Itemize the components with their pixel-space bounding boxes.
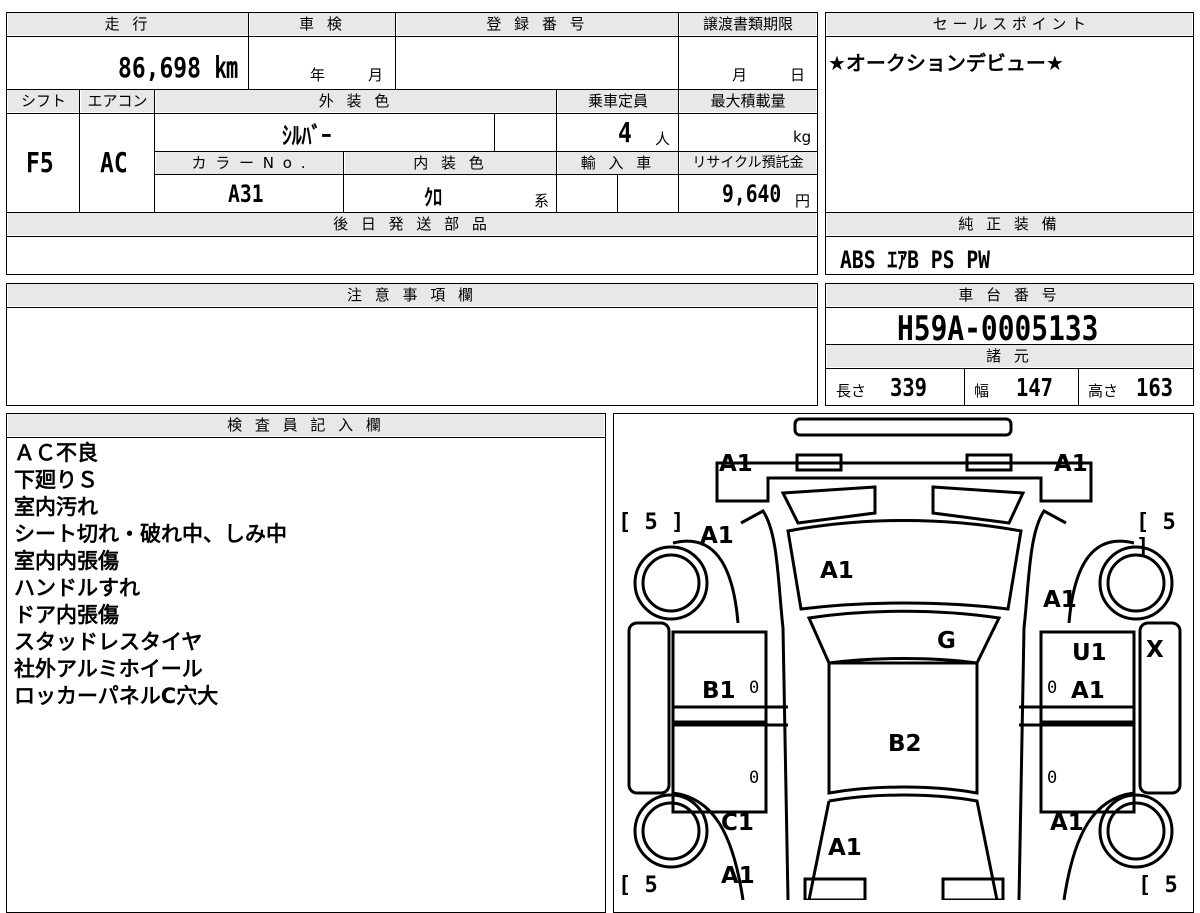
height-value: 163 [1136, 373, 1174, 402]
exterior-color-value: ｼﾙﾊﾞｰ [282, 122, 332, 150]
header-exterior-color: 外 装 色 [156, 90, 556, 112]
mark-front-left: A1 [719, 451, 753, 477]
genuine-equipment-value: ABS ｴｱB PS PW [840, 246, 991, 274]
zero-mark: 0 [749, 678, 760, 698]
header-import: 輸 入 車 [558, 152, 678, 174]
width-value: 147 [1016, 373, 1054, 402]
header-registration-no: 登 録 番 号 [397, 13, 678, 35]
mark-hood: A1 [820, 558, 854, 584]
recycle-fee-value: 9,640 [722, 180, 782, 208]
zero-mark: 0 [749, 768, 760, 788]
tire-depth-front-left: [ 5 ] [618, 510, 685, 535]
length-value: 339 [890, 373, 928, 402]
mark-front-right: A1 [1054, 451, 1088, 477]
recycle-unit: 円 [795, 192, 811, 210]
header-inspection: 車 検 [250, 13, 395, 35]
zero-mark: 0 [1047, 678, 1058, 698]
inspection-year-unit: 年 [310, 66, 326, 84]
note-item: ロッカーパネルC穴大 [14, 684, 219, 708]
mark-left-rear: A1 [721, 863, 755, 889]
header-specs: 諸 元 [827, 345, 1192, 367]
mark-left-rear-fender: C1 [721, 810, 754, 836]
header-inspector-notes: 検 査 員 記 入 欄 [8, 414, 604, 436]
mark-right-edge: X [1146, 637, 1164, 663]
capacity-unit: 人 [655, 130, 671, 148]
color-no-value: A31 [228, 180, 264, 208]
header-max-load: 最大積載量 [680, 90, 816, 112]
capacity-value: 4 [618, 116, 632, 149]
header-mileage: 走 行 [8, 13, 248, 35]
header-sales-point: セ ー ル ス ポ イ ン ト [827, 13, 1192, 35]
shift-value: F5 [26, 146, 54, 179]
note-item: ハンドルすれ [14, 576, 140, 600]
inspector-notes-list: ＡＣ不良 下廻りＳ 室内汚れ シート切れ・破れ中、しみ中 室内内張傷 ハンドルす… [14, 440, 287, 710]
height-label: 高さ [1088, 382, 1119, 400]
tire-depth-rear-right: [ 5 [1138, 873, 1178, 898]
note-item: シート切れ・破れ中、しみ中 [14, 522, 287, 546]
note-item: 室内内張傷 [14, 549, 119, 573]
mark-roof: B2 [888, 731, 922, 757]
header-interior-color: 内 装 色 [345, 152, 556, 174]
zero-mark: 0 [1047, 768, 1058, 788]
note-item: 室内汚れ [14, 495, 98, 519]
tire-depth-front-right: [ 5 ] [1136, 510, 1176, 560]
inspection-month-unit: 月 [368, 66, 384, 84]
aircon-value: AC [100, 146, 128, 179]
header-transfer-deadline: 譲渡書類期限 [680, 13, 816, 35]
transfer-day-unit: 日 [790, 66, 806, 84]
mark-windshield: G [937, 628, 956, 654]
note-item: ＡＣ不良 [14, 441, 98, 465]
mark-rear-glass: A1 [828, 835, 862, 861]
header-genuine-equipment: 純 正 装 備 [827, 213, 1192, 235]
interior-suffix: 系 [534, 192, 550, 210]
mark-right-front-fender: A1 [1043, 587, 1077, 613]
note-item: 社外アルミホイール [14, 657, 203, 681]
mark-left-front-door: B1 [702, 678, 736, 704]
header-caution: 注 意 事 項 欄 [8, 284, 816, 306]
max-load-unit: kg [793, 128, 812, 146]
mileage-value: 86,698 ㎞ [118, 51, 238, 84]
length-label: 長さ [836, 382, 867, 400]
mark-right-front-door-a: U1 [1072, 640, 1107, 666]
mark-left-front-fender: A1 [700, 523, 734, 549]
header-capacity: 乗車定員 [558, 90, 678, 112]
header-aircon: エアコン [81, 90, 154, 112]
chassis-no-value: H59A-0005133 [897, 309, 1099, 349]
tire-depth-rear-left: [ 5 [618, 873, 658, 898]
width-label: 幅 [974, 382, 990, 400]
note-item: スタッドレスタイヤ [14, 630, 203, 654]
note-item: ドア内張傷 [14, 603, 119, 627]
mark-right-rear-fender: A1 [1050, 810, 1084, 836]
interior-color-value: ｸﾛ [424, 186, 443, 211]
sales-point-box [825, 12, 1194, 213]
header-later-parts: 後 日 発 送 部 品 [8, 213, 816, 235]
sales-point-text: ★オークションデビュー★ [828, 51, 1064, 75]
header-shift: シフト [8, 90, 79, 112]
note-item: 下廻りＳ [14, 468, 98, 492]
header-recycle-fee: リサイクル預託金 [680, 152, 816, 174]
transfer-month-unit: 月 [732, 66, 748, 84]
car-outline-diagram [627, 417, 1182, 900]
header-chassis-no: 車 台 番 号 [827, 284, 1192, 306]
header-color-no: カ ラ ー N o . [156, 152, 343, 174]
mark-right-front-door-b: A1 [1071, 678, 1105, 704]
